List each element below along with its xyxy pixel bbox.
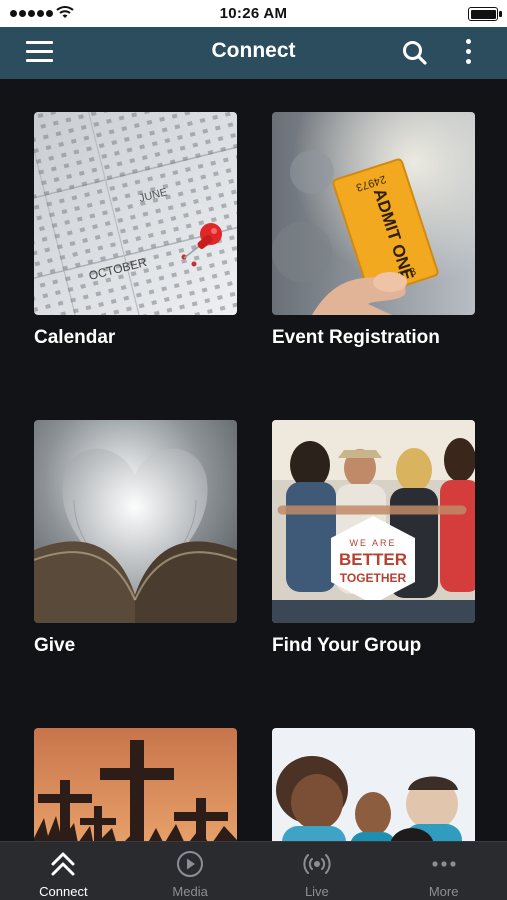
tile-event-registration[interactable]: 24973 24973 ADMIT ONE Event Registration (272, 112, 475, 349)
book-heart-image (34, 420, 237, 623)
ticket-image: 24973 24973 ADMIT ONE (272, 112, 475, 315)
badge-line-1: WE ARE (349, 538, 396, 548)
tab-media[interactable]: Media (127, 842, 254, 900)
calendar-image: JUNE OCTOBER (34, 112, 237, 315)
tab-more[interactable]: More (380, 842, 507, 900)
bottom-tab-bar: Connect Media Live More (0, 841, 507, 900)
people-image (272, 728, 475, 841)
tab-label: Media (172, 884, 208, 899)
tile-calendar[interactable]: JUNE OCTOBER Calendar (34, 112, 237, 349)
status-time: 10:26 AM (219, 5, 288, 22)
tile-people[interactable] (272, 728, 475, 841)
tile-crosses[interactable] (34, 728, 237, 841)
tile-label: Calendar (34, 327, 116, 348)
ellipsis-icon (432, 861, 456, 867)
tab-label: Connect (39, 884, 88, 899)
tab-connect[interactable]: Connect (0, 842, 127, 900)
tab-live[interactable]: Live (254, 842, 381, 900)
battery-icon (468, 7, 502, 21)
broadcast-icon (303, 854, 331, 874)
search-button[interactable] (401, 39, 429, 67)
app-header: Connect (0, 27, 507, 79)
tile-give[interactable]: Give (34, 420, 237, 657)
more-options-button[interactable] (458, 39, 478, 69)
group-image: WE ARE BETTER TOGETHER (272, 420, 475, 623)
play-circle-icon (177, 851, 204, 877)
double-chevron-up-icon (51, 852, 75, 876)
tab-label: Live (304, 884, 329, 899)
tab-label: More (428, 884, 459, 899)
badge-line-2: BETTER (339, 550, 407, 569)
tile-label: Find Your Group (272, 635, 422, 656)
tile-label: Give (34, 635, 76, 656)
search-icon (403, 41, 427, 65)
badge-line-3: TOGETHER (340, 571, 407, 585)
status-bar: 10:26 AM (0, 0, 507, 27)
crosses-image (34, 728, 237, 841)
page-title: Connect (211, 39, 296, 62)
tile-find-your-group[interactable]: WE ARE BETTER TOGETHER Find Your Group (272, 420, 475, 657)
connect-grid: JUNE OCTOBER Calendar 24973 ADMIT ONE Ev… (0, 79, 507, 841)
tile-label: Event Registration (272, 327, 440, 348)
